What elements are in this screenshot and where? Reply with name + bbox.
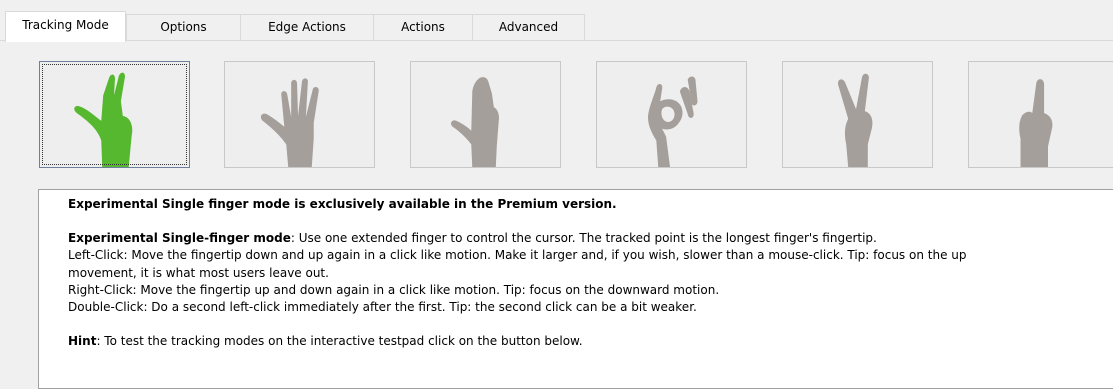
tab-label: Actions bbox=[401, 20, 445, 34]
premium-notice: Experimental Single finger mode is exclu… bbox=[68, 196, 1113, 213]
tab-edge-actions[interactable]: Edge Actions bbox=[240, 14, 374, 40]
mode-text: : Use one extended finger to control the… bbox=[290, 231, 877, 246]
pointing-two-fingers-hand-icon bbox=[74, 72, 133, 167]
premium-notice-text: Experimental Single finger mode is exclu… bbox=[68, 197, 617, 211]
gesture-button-two-fingers[interactable] bbox=[39, 61, 190, 168]
tab-bar: Tracking Mode Options Edge Actions Actio… bbox=[0, 0, 1113, 45]
gesture-button-ok-sign[interactable] bbox=[596, 61, 747, 168]
hint-label: Hint bbox=[68, 334, 97, 349]
ok-sign-hand-icon bbox=[647, 76, 698, 167]
double-click-instructions: Double-Click: Do a second left-click imm… bbox=[68, 300, 697, 315]
tab-options[interactable]: Options bbox=[126, 14, 241, 40]
tab-label: Options bbox=[160, 20, 207, 34]
gesture-button-open-hand[interactable] bbox=[224, 61, 375, 168]
closed-flat-hand-icon bbox=[451, 77, 499, 167]
tab-label: Edge Actions bbox=[268, 20, 346, 34]
hint-text: : To test the tracking modes on the inte… bbox=[96, 334, 583, 349]
gesture-button-flat-hand[interactable] bbox=[410, 61, 561, 168]
right-click-instructions: Right-Click: Move the fingertip up and d… bbox=[68, 282, 720, 297]
tab-tracking-mode[interactable]: Tracking Mode bbox=[5, 11, 126, 42]
tab-actions[interactable]: Actions bbox=[373, 14, 473, 40]
mode-summary: Experimental Single-finger mode: Use one… bbox=[68, 230, 1113, 247]
tab-label: Advanced bbox=[498, 20, 559, 34]
tab-bar-divider bbox=[0, 40, 1113, 41]
gesture-button-index-finger[interactable] bbox=[968, 61, 1113, 168]
mode-title: Experimental Single-finger mode bbox=[68, 231, 291, 246]
tab-label: Tracking Mode bbox=[22, 18, 109, 32]
index-finger-hand-icon bbox=[1019, 79, 1053, 167]
gesture-button-victory[interactable] bbox=[782, 61, 933, 168]
open-hand-icon bbox=[260, 78, 319, 167]
mode-description-panel: Experimental Single finger mode is exclu… bbox=[38, 189, 1113, 389]
gesture-selector bbox=[0, 45, 1113, 180]
left-click-instructions-continued: movement, it is what most users leave ou… bbox=[68, 265, 329, 280]
left-click-instructions: Left-Click: Move the fingertip down and … bbox=[68, 248, 967, 263]
victory-hand-icon bbox=[837, 73, 873, 167]
tab-advanced[interactable]: Advanced bbox=[472, 14, 585, 40]
hint: Hint: To test the tracking modes on the … bbox=[68, 333, 1113, 350]
